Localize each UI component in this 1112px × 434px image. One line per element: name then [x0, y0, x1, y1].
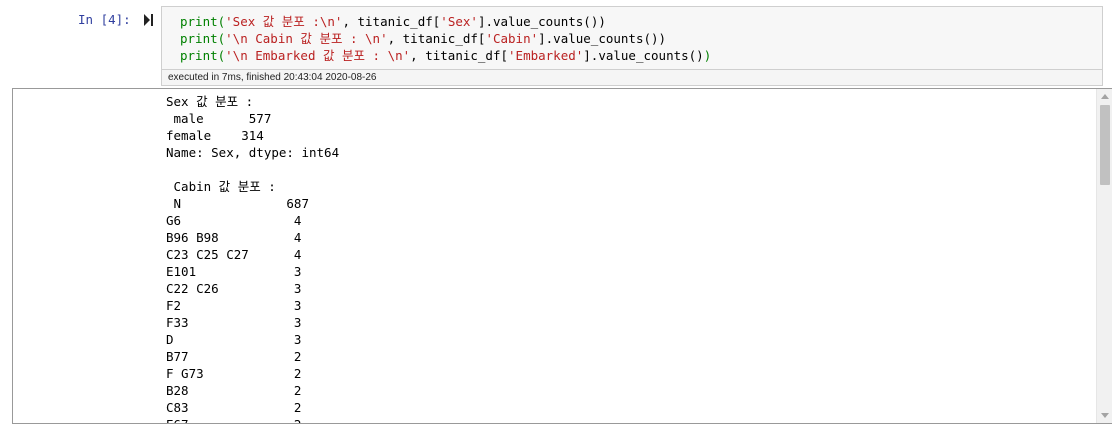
output-text: Sex 값 분포 : male 577 female 314 Name: Sex, …	[166, 93, 340, 423]
output-line: Sex 값 분포 :	[166, 94, 254, 109]
output-line: D 3	[166, 332, 302, 347]
output-line: C23 C25 C27 4	[166, 247, 302, 262]
cell-prompt: In [4]:	[78, 12, 131, 27]
code-token: ].value_counts())	[477, 14, 606, 29]
scroll-thumb[interactable]	[1100, 105, 1110, 185]
execution-status: executed in 7ms, finished 20:43:04 2020-…	[161, 70, 1103, 86]
code-token: , titanic_df[	[410, 48, 509, 63]
code-token: ].value_counts()	[583, 48, 704, 63]
code-line: print('\n Embarked 값 분포 : \n', titanic_d…	[180, 47, 711, 64]
output-line: G6 4	[166, 213, 302, 228]
code-token: )	[703, 48, 712, 63]
code-token: '\n Cabin 값 분포 : \n'	[225, 31, 388, 46]
code-line: print('\n Cabin 값 분포 : \n', titanic_df['…	[180, 30, 711, 47]
output-line: female 314	[166, 128, 264, 143]
output-line: Cabin 값 분포 :	[166, 179, 276, 194]
output-line: B96 B98 4	[166, 230, 302, 245]
scroll-down-icon[interactable]	[1101, 413, 1109, 418]
code-token: ].value_counts())	[538, 31, 667, 46]
code-token: print(	[180, 48, 226, 63]
output-line: male 577	[166, 111, 272, 126]
code-token: print(	[180, 14, 226, 29]
output-line: Name: Sex, dtype: int64	[166, 145, 340, 160]
code-token: 'Cabin'	[485, 31, 539, 46]
output-line: E101 3	[166, 264, 302, 279]
code-token: '\n Embarked 값 분포 : \n'	[225, 48, 411, 63]
output-line: C22 C26 3	[166, 281, 302, 296]
output-line: N 687	[166, 196, 309, 211]
output-line: B28 2	[166, 383, 302, 398]
run-cell-icon[interactable]	[144, 14, 154, 26]
output-line: E67 2	[166, 416, 339, 423]
output-line: F2 3	[166, 298, 302, 313]
output-line: F33 3	[166, 315, 302, 330]
code-input-area[interactable]: print('Sex 값 분포 :\n', titanic_df['Sex'].…	[161, 6, 1103, 70]
code-token: , titanic_df[	[342, 14, 441, 29]
code-line: print('Sex 값 분포 :\n', titanic_df['Sex'].…	[180, 13, 711, 30]
output-line: B77 2	[166, 349, 302, 364]
output-scrollbar[interactable]	[1096, 89, 1112, 423]
output-area: Sex 값 분포 : male 577 female 314 Name: Sex, …	[12, 88, 1112, 424]
output-line: C83 2	[166, 400, 302, 415]
code-token: 'Sex'	[440, 14, 478, 29]
code-token: print(	[180, 31, 226, 46]
code-token: 'Sex 값 분포 :\n'	[225, 14, 343, 29]
code-token: 'Embarked'	[508, 48, 584, 63]
output-line: F G73 2	[166, 366, 302, 381]
code-editor[interactable]: print('Sex 값 분포 :\n', titanic_df['Sex'].…	[180, 13, 711, 64]
code-token: , titanic_df[	[387, 31, 486, 46]
scroll-up-icon[interactable]	[1101, 94, 1109, 99]
